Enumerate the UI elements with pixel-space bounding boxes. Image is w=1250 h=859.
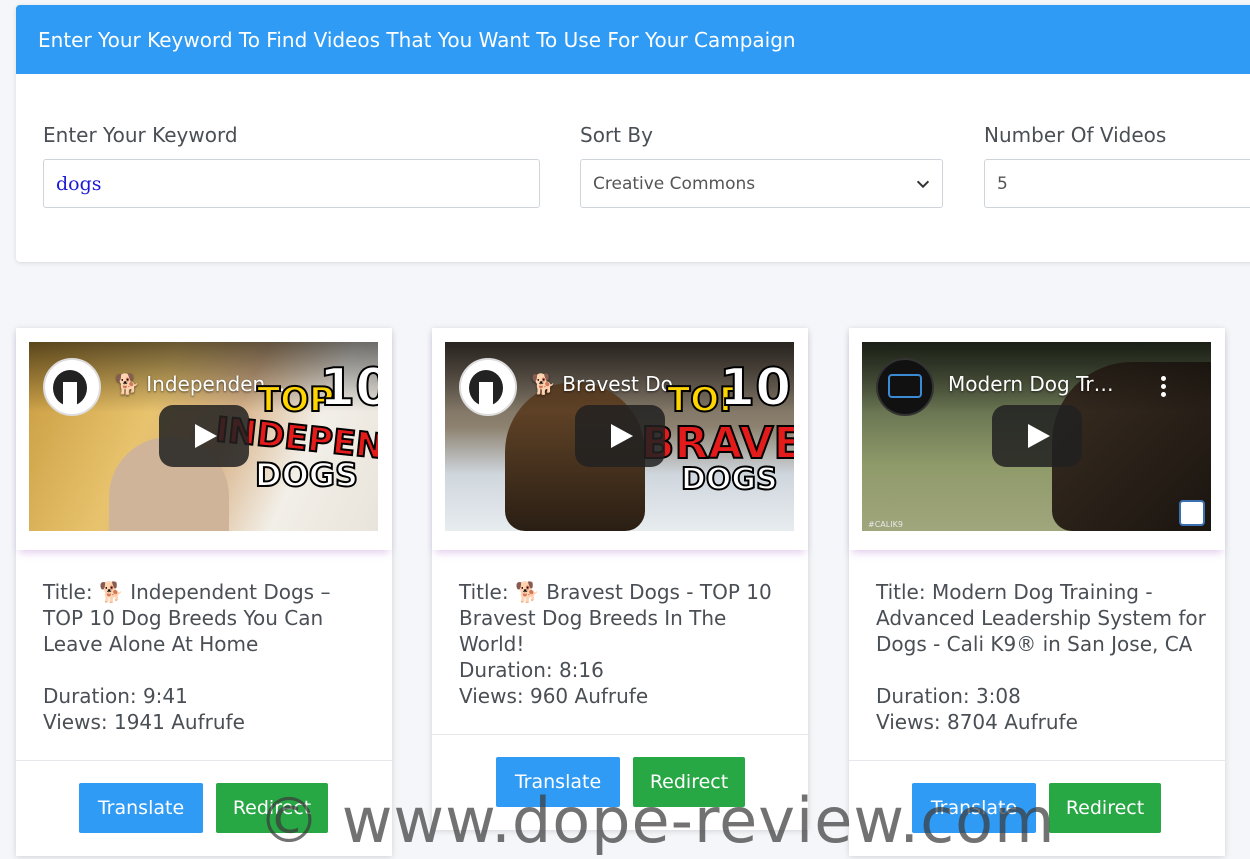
overlay-text: DOGS xyxy=(254,455,359,495)
video-title: Title: Modern Dog Training - Advanced Le… xyxy=(876,580,1206,656)
overlay-text: #CALIK9 xyxy=(868,520,903,529)
play-button[interactable] xyxy=(575,405,665,467)
keyword-input[interactable] xyxy=(56,172,491,195)
count-input[interactable]: 5 xyxy=(984,159,1250,208)
video-views: Views: 1941 Aufrufe xyxy=(43,710,245,734)
sort-select[interactable]: Creative Commons xyxy=(580,159,943,208)
overlay-text: DOGS xyxy=(680,461,779,498)
keyword-field[interactable] xyxy=(43,159,540,208)
translate-button[interactable]: Translate xyxy=(79,783,203,833)
redirect-button[interactable]: Redirect xyxy=(1049,783,1161,833)
video-player[interactable]: Modern Dog Tr… #CALIK9 xyxy=(862,342,1211,531)
video-title: Title: 🐕 Independent Dogs – TOP 10 Dog B… xyxy=(43,580,331,656)
more-options-icon[interactable] xyxy=(1161,376,1167,400)
chevron-down-icon xyxy=(916,180,930,189)
count-value: 5 xyxy=(997,173,1008,194)
video-thumbnail-frame: 🐕 Bravest Do… TOP 10 BRAVEST DOGS xyxy=(432,328,808,550)
channel-avatar[interactable] xyxy=(459,358,517,416)
video-duration: Duration: 8:16 xyxy=(459,658,604,682)
video-duration: Duration: 3:08 xyxy=(876,684,1021,708)
channel-avatar[interactable] xyxy=(876,358,934,416)
video-duration: Duration: 9:41 xyxy=(43,684,188,708)
card-divider xyxy=(432,734,808,735)
panel-header: Enter Your Keyword To Find Videos That Y… xyxy=(16,5,1250,74)
video-thumbnail-frame: 🐕 Independen… TOP 10 INDEPENDENT DOGS xyxy=(16,328,392,550)
video-views: Views: 8704 Aufrufe xyxy=(876,710,1078,734)
video-card: 🐕 Independen… TOP 10 INDEPENDENT DOGS Ti… xyxy=(16,328,392,856)
count-label: Number Of Videos xyxy=(984,123,1167,147)
video-card: Modern Dog Tr… #CALIK9 Title: Modern Dog… xyxy=(849,328,1225,856)
video-title: Title: 🐕 Bravest Dogs - TOP 10 Bravest D… xyxy=(459,580,772,656)
search-panel: Enter Your Keyword To Find Videos That Y… xyxy=(16,5,1250,262)
panel-title: Enter Your Keyword To Find Videos That Y… xyxy=(38,27,796,52)
video-player[interactable]: 🐕 Independen… TOP 10 INDEPENDENT DOGS xyxy=(29,342,378,531)
overlay-text: 10 xyxy=(318,357,378,419)
channel-watermark-icon xyxy=(1179,500,1205,526)
sort-selected-value: Creative Commons xyxy=(593,173,756,194)
sort-label: Sort By xyxy=(580,123,653,147)
video-thumbnail-frame: Modern Dog Tr… #CALIK9 xyxy=(849,328,1225,550)
card-divider xyxy=(16,760,392,761)
watermark: © www.dope-review.com xyxy=(258,784,1056,857)
channel-avatar[interactable] xyxy=(43,358,101,416)
video-card: 🐕 Bravest Do… TOP 10 BRAVEST DOGS Title:… xyxy=(432,328,808,830)
keyword-label: Enter Your Keyword xyxy=(43,123,238,147)
video-thumb-title: Modern Dog Tr… xyxy=(948,372,1114,396)
play-button[interactable] xyxy=(992,405,1082,467)
overlay-text: 10 xyxy=(718,357,792,419)
play-button[interactable] xyxy=(159,405,249,467)
video-views: Views: 960 Aufrufe xyxy=(459,684,649,708)
card-divider xyxy=(849,760,1225,761)
video-player[interactable]: 🐕 Bravest Do… TOP 10 BRAVEST DOGS xyxy=(445,342,794,531)
